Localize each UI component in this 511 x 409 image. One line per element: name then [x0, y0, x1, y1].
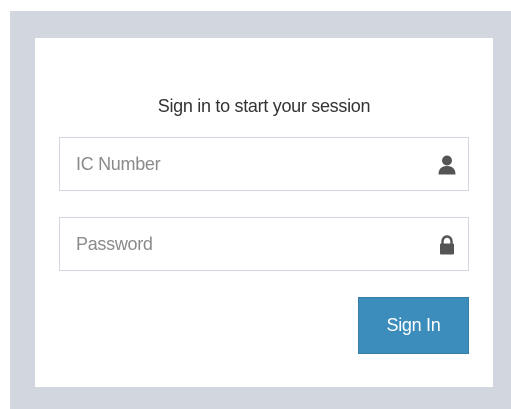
password-field	[59, 217, 469, 271]
user-icon	[438, 155, 456, 175]
ic-number-field	[59, 137, 469, 191]
lock-icon	[440, 235, 454, 255]
ic-number-input[interactable]	[60, 138, 468, 190]
password-input[interactable]	[60, 218, 468, 270]
login-box-message: Sign in to start your session	[157, 96, 371, 116]
login-box: Sign in to start your session Sign In	[35, 38, 493, 387]
sign-in-button[interactable]: Sign In	[358, 297, 469, 354]
